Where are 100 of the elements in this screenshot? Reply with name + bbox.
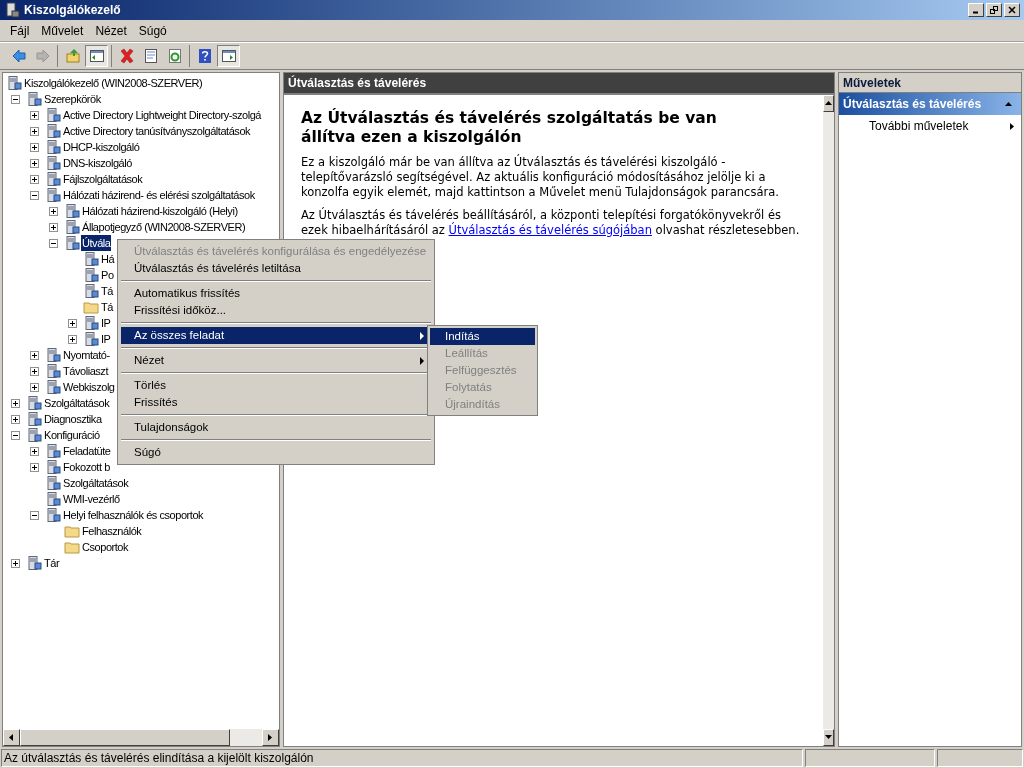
menu-item[interactable]: Fájl xyxy=(4,21,36,40)
actions-section-header[interactable]: Útválasztás és távelérés xyxy=(839,93,1021,115)
action-pane-icon xyxy=(220,48,237,64)
server-node-icon xyxy=(26,411,42,427)
tree-item[interactable]: Active Directory Lightweight Directory-szolgá xyxy=(62,107,262,123)
menu-item[interactable]: Művelet xyxy=(35,21,90,40)
context-menu-item[interactable]: Súgó xyxy=(121,444,431,461)
collapse-icon[interactable] xyxy=(30,190,39,200)
expand-icon[interactable] xyxy=(30,382,39,392)
context-menu-item[interactable]: Nézet xyxy=(121,352,431,369)
collapse-icon[interactable] xyxy=(11,430,20,440)
tree-item[interactable]: Szolgáltatások xyxy=(62,475,130,491)
server-node-icon xyxy=(45,507,61,523)
tree-item[interactable]: Útvála xyxy=(81,235,112,251)
tree-item[interactable]: Csoportok xyxy=(81,539,130,555)
tree-item[interactable]: Tár xyxy=(43,555,61,571)
tree-item[interactable]: Távoliaszt xyxy=(62,363,110,379)
tree-item[interactable]: IP xyxy=(100,315,112,331)
menu-item[interactable]: Súgó xyxy=(132,21,173,40)
toolbar-button[interactable] xyxy=(217,45,240,67)
tree-item[interactable]: DNS-kiszolgáló xyxy=(62,155,133,171)
expand-icon[interactable] xyxy=(68,318,77,328)
tree-item[interactable]: Fokozott b xyxy=(62,459,111,475)
server-node-icon xyxy=(83,283,99,299)
forward-arrow-icon xyxy=(34,48,51,64)
server-node-icon xyxy=(45,107,61,123)
tree-item[interactable]: IP xyxy=(100,331,112,347)
expand-icon[interactable] xyxy=(30,366,39,376)
tree-item[interactable]: Fájlszolgáltatások xyxy=(62,171,144,187)
back-arrow-icon xyxy=(10,48,27,64)
collapse-icon[interactable] xyxy=(49,238,58,248)
tree-item[interactable]: Felhasználók xyxy=(81,523,143,539)
tree-item[interactable]: Kiszolgálókezelő (WIN2008-SZERVER) xyxy=(23,75,204,91)
vertical-scrollbar[interactable] xyxy=(823,95,834,746)
context-menu-item[interactable]: Frissítés xyxy=(121,394,431,411)
context-menu-item[interactable]: Törlés xyxy=(121,377,431,394)
tree-item[interactable]: Active Directory tanúsítványszolgáltatások xyxy=(62,123,252,139)
tree-item[interactable]: Diagnosztika xyxy=(43,411,103,427)
tree-item[interactable]: Tá xyxy=(100,283,114,299)
action-item[interactable]: További műveletek xyxy=(839,115,1021,137)
tree-item[interactable]: Po xyxy=(100,267,115,283)
tree-item[interactable]: Konfiguráció xyxy=(43,427,101,443)
server-node-icon xyxy=(45,155,61,171)
collapse-icon[interactable] xyxy=(30,510,39,520)
minimize-button[interactable] xyxy=(968,3,984,17)
server-node-icon xyxy=(26,427,42,443)
expand-icon[interactable] xyxy=(68,334,77,344)
expand-icon[interactable] xyxy=(30,142,39,152)
restore-button[interactable] xyxy=(986,3,1002,17)
toolbar-button[interactable] xyxy=(85,45,108,67)
expand-icon[interactable] xyxy=(30,462,39,472)
tree-item[interactable]: Tá xyxy=(100,299,114,315)
scroll-left-icon xyxy=(7,733,16,742)
tree-item[interactable]: Hálózati házirend- és elérési szolgáltatások xyxy=(62,187,256,203)
horizontal-scrollbar[interactable] xyxy=(3,729,279,746)
server-node-icon xyxy=(64,219,80,235)
context-menu-item[interactable]: Tulajdonságok xyxy=(121,419,431,436)
context-menu-item[interactable]: Útválasztás és távelérés letiltása xyxy=(121,260,431,277)
server-node-icon xyxy=(45,459,61,475)
menu-item[interactable]: Nézet xyxy=(89,21,133,40)
expand-icon[interactable] xyxy=(30,446,39,456)
tree-item[interactable]: Szolgáltatások xyxy=(43,395,111,411)
expand-icon[interactable] xyxy=(49,206,58,216)
scroll-down-icon xyxy=(824,733,833,742)
tree-item[interactable]: Helyi felhasználók és csoportok xyxy=(62,507,205,523)
help-link[interactable]: Útválasztás és távelérés súgójában xyxy=(448,223,652,237)
server-node-icon xyxy=(45,475,61,491)
server-node-icon xyxy=(45,379,61,395)
expand-icon[interactable] xyxy=(30,110,39,120)
expand-icon[interactable] xyxy=(11,398,20,408)
tree-item[interactable]: Nyomtató- xyxy=(62,347,111,363)
server-node-icon xyxy=(26,395,42,411)
expand-icon[interactable] xyxy=(30,126,39,136)
server-node-icon xyxy=(45,347,61,363)
close-button[interactable] xyxy=(1004,3,1020,17)
tree-item[interactable]: WMI-vezérlő xyxy=(62,491,121,507)
expand-icon[interactable] xyxy=(49,222,58,232)
tree-item[interactable]: Há xyxy=(100,251,116,267)
tree-item[interactable]: Feladatüte xyxy=(62,443,112,459)
expand-icon[interactable] xyxy=(30,350,39,360)
tree-item[interactable]: Állapotjegyző (WIN2008-SZERVER) xyxy=(81,219,247,235)
tree-item[interactable]: DHCP-kiszolgáló xyxy=(62,139,141,155)
expand-icon[interactable] xyxy=(11,558,20,568)
server-node-icon xyxy=(45,171,61,187)
folder-icon xyxy=(64,523,80,539)
server-icon xyxy=(4,2,20,18)
tree-item[interactable]: Webkiszolg xyxy=(62,379,116,395)
context-menu-item[interactable]: Automatikus frissítés xyxy=(121,285,431,302)
collapse-icon[interactable] xyxy=(11,94,20,104)
tree-item[interactable]: Hálózati házirend-kiszolgáló (Helyi) xyxy=(81,203,239,219)
submenu-item[interactable]: Indítás xyxy=(430,328,535,345)
expand-icon[interactable] xyxy=(30,158,39,168)
expand-icon[interactable] xyxy=(11,414,20,424)
tree-item[interactable]: Szerepkörök xyxy=(43,91,102,107)
refresh-icon xyxy=(166,48,183,64)
expand-icon[interactable] xyxy=(30,174,39,184)
context-menu-item[interactable]: Frissítési időköz... xyxy=(121,302,431,319)
properties-sheet-icon xyxy=(142,48,159,64)
content-paragraph: Az Útválasztás és távelérés beállításáról, a központi telepítési forgatókönyvekről és ezek hibaelhárításáról az Útválasztás és távelérés súgójában olvashat részletesebben. xyxy=(301,208,801,238)
server-node-icon xyxy=(45,139,61,155)
